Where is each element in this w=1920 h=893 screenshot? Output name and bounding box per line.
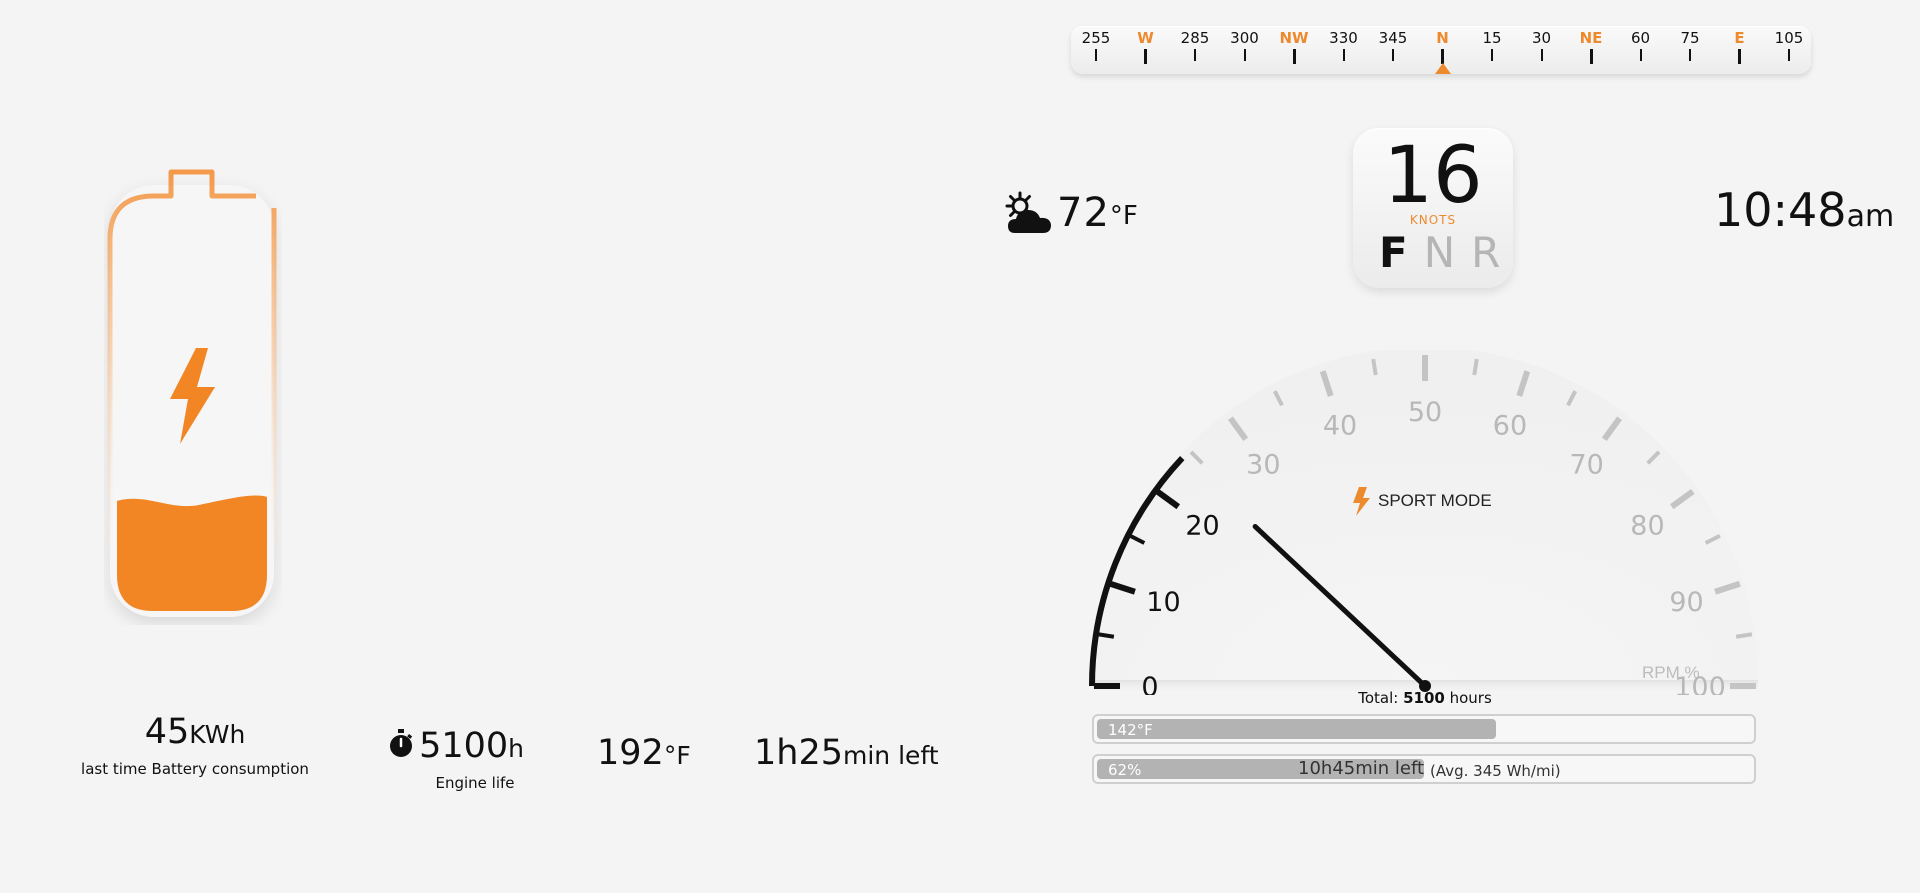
gear-reverse[interactable]: R [1471, 228, 1500, 278]
compass-tick-mark [1144, 49, 1147, 64]
rpm-tick [1371, 358, 1378, 376]
compass-tick-mark [1194, 49, 1196, 61]
gear-forward[interactable]: F [1379, 228, 1408, 278]
compass-tick-mark [1639, 49, 1642, 61]
compass-tick: 105 [1759, 30, 1819, 61]
rpm-unit-label: RPM % [1642, 663, 1700, 682]
rpm-tick [1735, 632, 1753, 639]
compass-tick-mark [1540, 49, 1543, 61]
compass-tick-mark [1788, 49, 1790, 61]
total-hours: Total: 5100 hours [1090, 689, 1760, 707]
speed-unit: KNOTS [1409, 213, 1457, 227]
compass-tick-mark [1243, 49, 1246, 61]
clock-time: 10:48 [1714, 183, 1847, 237]
battery-average-consumption: (Avg. 345 Wh/mi) [1430, 762, 1561, 780]
rpm-label: 10 [1146, 587, 1180, 618]
compass-heading-strip: 255 W 285 300 NW 330 345 N 15 30 NE 60 75 E 105 [1071, 26, 1811, 74]
engine-life-stat: 5100h [388, 726, 524, 766]
battery-fill [117, 495, 267, 611]
stopwatch-icon [390, 729, 413, 757]
battery-consumption-stat: 45KWh last time Battery consumption [70, 712, 320, 778]
total-hours-suffix: hours [1449, 689, 1492, 707]
rpm-tick [1097, 632, 1115, 639]
compass-tick-mark [1441, 49, 1444, 64]
engine-temperature-stat: 192°F [597, 733, 691, 773]
compass-tick-mark [1095, 49, 1097, 61]
clock-ampm: am [1846, 199, 1895, 234]
battery-bar: 62% 10h45min left (Avg. 345 Wh/mi) [1092, 754, 1756, 784]
compass-tick-mark [1738, 49, 1741, 64]
weather-readout: 72 °F [1003, 188, 1138, 238]
rpm-label: 70 [1569, 450, 1603, 481]
energy-caption: last time Battery consumption [81, 760, 309, 778]
speed-gear-panel: 16 KNOTS F N R [1353, 128, 1513, 288]
compass-tick-label: 105 [1774, 29, 1804, 47]
engine-hours-unit: h [508, 734, 525, 763]
compass-tick-mark [1342, 49, 1345, 61]
compass-tick-mark [1392, 49, 1394, 61]
temperature-bar-fill [1097, 719, 1496, 739]
rpm-tick [1472, 358, 1479, 376]
speed-value: 16 [1383, 131, 1483, 221]
sport-mode-label: SPORT MODE [1378, 491, 1492, 510]
rpm-label: 60 [1493, 410, 1527, 441]
temperature-bar: 142°F [1092, 714, 1756, 744]
rpm-label: 30 [1246, 450, 1280, 481]
battery-level-gauge [107, 169, 277, 620]
time-remaining-stat: 1h25min left [754, 733, 939, 773]
heading-marker-icon [1435, 63, 1451, 74]
clock: 10:48am [1714, 183, 1894, 237]
rpm-label: 40 [1323, 410, 1357, 441]
compass-tick-mark [1689, 49, 1691, 61]
engine-temperature-value: 192 [597, 733, 664, 773]
gear-selector: F N R [1379, 228, 1500, 278]
partly-cloudy-icon [1005, 191, 1051, 233]
outside-temperature-unit: °F [1109, 201, 1138, 231]
total-hours-value: 5100 [1403, 689, 1445, 707]
compass-tick-mark [1491, 49, 1493, 61]
compass-tick-mark [1589, 49, 1593, 64]
time-remaining-unit: min left [843, 741, 939, 770]
battery-time-left: 10h45min left [1298, 758, 1425, 779]
rpm-label: 90 [1669, 587, 1703, 618]
rpm-label: 20 [1185, 510, 1219, 541]
battery-bar-label: 62% [1108, 761, 1142, 779]
engine-life-caption: Engine life [435, 774, 515, 792]
rpm-label: 80 [1630, 510, 1664, 541]
energy-unit: KWh [189, 720, 246, 749]
total-hours-prefix: Total: [1358, 689, 1399, 707]
outside-temperature: 72 [1057, 190, 1110, 236]
engine-hours-value: 5100 [419, 726, 509, 766]
time-remaining-value: 1h25 [754, 733, 843, 773]
rpm-gauge: 010203040 50 60708090100 SPORT MODE RPM % [1089, 350, 1758, 695]
gear-neutral[interactable]: N [1424, 228, 1455, 278]
compass-tick-mark [1292, 49, 1296, 64]
temperature-bar-label: 142°F [1108, 721, 1153, 739]
rpm-label: 50 [1408, 397, 1442, 428]
engine-temperature-unit: °F [663, 741, 691, 770]
energy-value: 45 [144, 712, 190, 752]
